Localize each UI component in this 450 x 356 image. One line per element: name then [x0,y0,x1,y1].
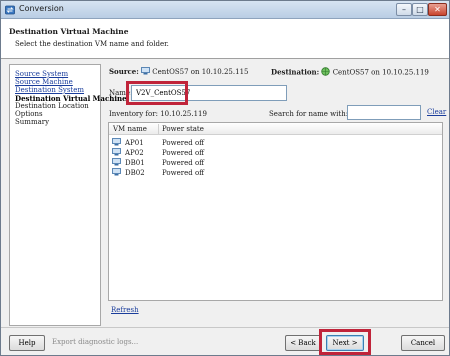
close-button[interactable]: ✕ [428,3,447,16]
search-label: Search for name with: [269,110,349,118]
destination-label: Destination: [271,67,320,77]
inventory-info: Inventory for: 10.10.25.119 [109,110,207,118]
nav-item-options: Options [15,110,43,118]
vm-name: AP02 [125,149,144,157]
vm-name: DB01 [125,159,145,167]
search-input[interactable] [347,105,421,120]
table-row[interactable]: AP01 Powered off [109,138,442,148]
destination-value: CentOS57 on 10.10.25.119 [332,68,429,77]
wizard-steps-nav: Source System Source Machine Destination… [9,64,127,326]
nav-item-summary: Summary [15,118,50,126]
vm-power-state: Powered off [162,139,205,147]
wizard-header: Destination Virtual Machine Select the d… [1,19,449,59]
footer-divider [1,327,449,328]
back-button[interactable]: < Back [285,335,321,351]
conversion-window: Conversion – □ ✕ Destination Virtual Mac… [0,0,450,356]
source-value: CentOS57 on 10.10.25.115 [152,68,249,76]
column-header-vm-name[interactable]: VM name [113,125,147,133]
vm-list: VM name Power state AP01 Powered off AP0… [108,122,443,301]
vm-name-input[interactable] [131,85,287,101]
vm-icon [112,158,121,168]
minimize-button[interactable]: – [396,3,412,16]
table-row[interactable]: DB02 Powered off [109,168,442,178]
refresh-link[interactable]: Refresh [111,306,139,314]
page-title: Destination Virtual Machine [9,27,129,36]
vm-power-state: Powered off [162,159,205,167]
nav-item-source-machine[interactable]: Source Machine [15,78,73,86]
vm-icon [112,138,121,148]
inventory-label: Inventory for: [109,110,158,118]
inventory-host: 10.10.25.119 [160,110,207,118]
clear-link[interactable]: Clear [427,108,446,116]
next-button[interactable]: Next > [326,335,364,351]
cancel-button[interactable]: Cancel [401,335,445,351]
list-header: VM name Power state [109,123,442,135]
title-bar: Conversion – □ ✕ [1,1,449,19]
table-row[interactable]: DB01 Powered off [109,158,442,168]
column-divider[interactable] [158,124,159,134]
vm-icon [141,67,150,77]
page-subtitle: Select the destination VM name and folde… [15,40,169,48]
vm-icon [112,148,121,158]
source-label: Source: [109,67,139,76]
vm-power-state: Powered off [162,169,205,177]
table-row[interactable]: AP02 Powered off [109,148,442,158]
maximize-button[interactable]: □ [412,3,428,16]
export-diagnostic-logs-button[interactable]: Export diagnostic logs... [52,338,138,346]
source-info: Source: CentOS57 on 10.10.25.115 [109,67,248,77]
nav-item-destination-system[interactable]: Destination System [15,86,84,94]
vm-power-state: Powered off [162,149,205,157]
destination-info: Destination: CentOS57 on 10.10.25.119 [271,67,429,78]
window-title: Conversion [19,4,64,13]
globe-vm-icon [321,67,331,78]
help-button[interactable]: Help [9,335,45,351]
vm-icon [112,168,121,178]
name-label: Name: [109,89,133,97]
column-header-power-state[interactable]: Power state [162,125,204,133]
nav-item-destination-location: Destination Location [15,102,89,110]
vm-name: AP01 [125,139,144,147]
converter-app-icon [5,5,15,15]
vm-name: DB02 [125,169,145,177]
nav-item-source-system[interactable]: Source System [15,70,68,78]
